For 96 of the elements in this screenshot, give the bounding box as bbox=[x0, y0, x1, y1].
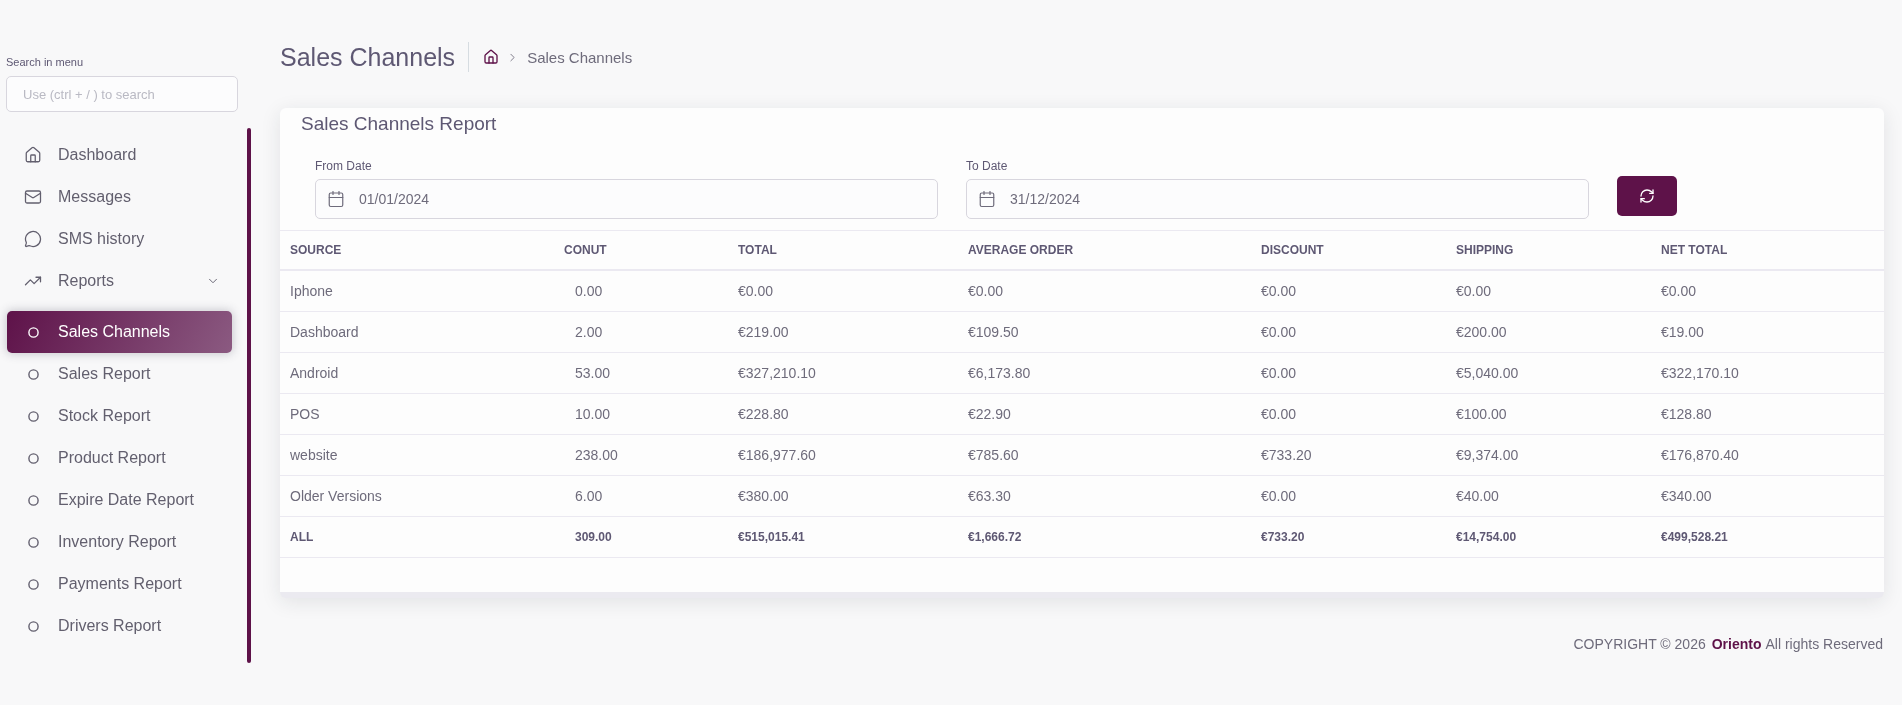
table-cell: Android bbox=[290, 365, 339, 381]
scrollbar-thumb[interactable] bbox=[247, 128, 251, 663]
table-cell: €327,210.10 bbox=[738, 365, 816, 381]
date-label: From Date bbox=[315, 159, 372, 173]
circle-icon bbox=[28, 536, 39, 548]
table-cell: Dashboard bbox=[290, 324, 359, 340]
envelope-icon bbox=[24, 188, 42, 206]
search-label: Search in menu bbox=[6, 55, 84, 69]
date-label: To Date bbox=[966, 159, 1008, 173]
circle-icon bbox=[28, 326, 39, 338]
total-cell: €515,015.41 bbox=[738, 530, 805, 544]
table-cell: €0.00 bbox=[968, 283, 1004, 299]
table-cell: €40.00 bbox=[1456, 488, 1499, 504]
circle-icon bbox=[28, 410, 39, 422]
card-title: Sales Channels Report bbox=[301, 112, 498, 136]
circle-icon bbox=[28, 620, 39, 632]
table-cell: €5,040.00 bbox=[1456, 365, 1519, 381]
table-cell: POS bbox=[290, 406, 320, 422]
page-title: Sales Channels bbox=[280, 42, 456, 72]
total-cell: €14,754.00 bbox=[1456, 530, 1517, 544]
table-cell: €0.00 bbox=[1261, 406, 1297, 422]
menu-item[interactable]: Expire Date Report bbox=[7, 479, 232, 521]
table-cell: €0.00 bbox=[1661, 283, 1697, 299]
circle-icon bbox=[28, 368, 39, 380]
table-cell: €109.50 bbox=[968, 324, 1019, 340]
menu-item[interactable]: Sales Report bbox=[7, 353, 232, 395]
menu-item[interactable]: Messages bbox=[7, 176, 232, 218]
refresh-button[interactable] bbox=[1617, 176, 1677, 216]
table-cell: €9,374.00 bbox=[1456, 447, 1519, 463]
speech-bubble-icon bbox=[24, 230, 42, 248]
total-cell: ALL bbox=[290, 530, 314, 544]
menu-item[interactable]: Payments Report bbox=[7, 563, 232, 605]
home-icon[interactable] bbox=[483, 49, 500, 65]
table-cell: €186,977.60 bbox=[738, 447, 816, 463]
circle-icon bbox=[28, 494, 39, 506]
table-cell: €128.80 bbox=[1661, 406, 1712, 422]
table-cell: 10.00 bbox=[575, 406, 611, 422]
column-header: DISCOUNT bbox=[1261, 243, 1324, 257]
column-header: AVERAGE ORDER bbox=[968, 243, 1074, 257]
home-icon bbox=[24, 146, 42, 164]
table-cell: Older Versions bbox=[290, 488, 382, 504]
column-header: CONUT bbox=[564, 243, 607, 257]
menu-item[interactable]: SMS history bbox=[7, 218, 232, 260]
table-cell: €100.00 bbox=[1456, 406, 1507, 422]
table-cell: €785.60 bbox=[968, 447, 1019, 463]
table-cell: website bbox=[290, 447, 338, 463]
menu-item[interactable]: Product Report bbox=[7, 437, 232, 479]
table-cell: €22.90 bbox=[968, 406, 1011, 422]
refresh-icon bbox=[1639, 188, 1655, 204]
brand-link[interactable]: Oriento bbox=[1711, 636, 1762, 652]
calendar-icon bbox=[978, 190, 996, 208]
search-field[interactable]: Use (ctrl + / ) to search bbox=[6, 76, 238, 112]
column-header: TOTAL bbox=[738, 243, 777, 257]
column-header: SOURCE bbox=[290, 243, 342, 257]
date-field[interactable]: 01/01/2024 bbox=[315, 179, 938, 219]
table-cell: €322,170.10 bbox=[1661, 365, 1739, 381]
table-cell: €733.20 bbox=[1261, 447, 1312, 463]
total-cell: €733.20 bbox=[1261, 530, 1305, 544]
table-cell: 0.00 bbox=[575, 283, 603, 299]
total-cell: €499,528.21 bbox=[1661, 530, 1728, 544]
table-cell: 2.00 bbox=[575, 324, 603, 340]
table-cell: €19.00 bbox=[1661, 324, 1704, 340]
table-cell: €200.00 bbox=[1456, 324, 1507, 340]
table-cell: 53.00 bbox=[575, 365, 611, 381]
column-header: SHIPPING bbox=[1456, 243, 1514, 257]
table-cell: €0.00 bbox=[738, 283, 774, 299]
table-cell: €0.00 bbox=[1261, 488, 1297, 504]
total-cell: €1,666.72 bbox=[968, 530, 1022, 544]
table-cell: 238.00 bbox=[575, 447, 618, 463]
table-cell: €0.00 bbox=[1261, 365, 1297, 381]
table-cell: €0.00 bbox=[1261, 324, 1297, 340]
menu-item[interactable]: Dashboard bbox=[7, 134, 232, 176]
circle-icon bbox=[28, 452, 39, 464]
column-header: NET TOTAL bbox=[1661, 243, 1728, 257]
menu-item[interactable]: Sales Channels bbox=[7, 311, 232, 353]
copyright-text: COPYRIGHT © 2026 Oriento All rights Reserved bbox=[1573, 635, 1883, 654]
table-cell: €176,870.40 bbox=[1661, 447, 1739, 463]
table-cell: €340.00 bbox=[1661, 488, 1712, 504]
table-cell: €0.00 bbox=[1456, 283, 1492, 299]
menu-item[interactable]: Stock Report bbox=[7, 395, 232, 437]
table-cell: €228.80 bbox=[738, 406, 789, 422]
menu-item[interactable]: Inventory Report bbox=[7, 521, 232, 563]
table-cell: €219.00 bbox=[738, 324, 789, 340]
breadcrumb-current: Sales Channels bbox=[527, 48, 633, 66]
menu-item[interactable]: Drivers Report bbox=[7, 605, 232, 647]
date-field[interactable]: 31/12/2024 bbox=[966, 179, 1589, 219]
table-cell: €63.30 bbox=[968, 488, 1011, 504]
menu-item[interactable]: Reports bbox=[7, 260, 232, 302]
total-cell: 309.00 bbox=[575, 530, 612, 544]
table-cell: €6,173.80 bbox=[968, 365, 1031, 381]
circle-icon bbox=[28, 578, 39, 590]
calendar-icon bbox=[327, 190, 345, 208]
table-cell: Iphone bbox=[290, 283, 333, 299]
table-cell: €0.00 bbox=[1261, 283, 1297, 299]
table-cell: €380.00 bbox=[738, 488, 789, 504]
table-cell: 6.00 bbox=[575, 488, 603, 504]
